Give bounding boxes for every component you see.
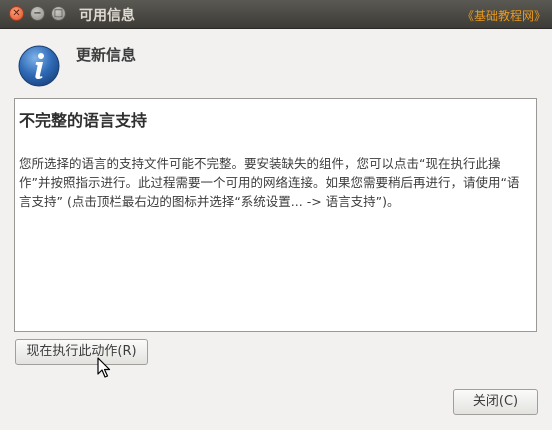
- title-bar: ✕ − □ 可用信息 《基础教程网》: [0, 0, 552, 29]
- watermark-text: 《基础教程网》: [461, 9, 546, 23]
- info-panel: 不完整的语言支持 您所选择的语言的支持文件可能不完整。要安装缺失的组件，您可以点…: [14, 98, 537, 332]
- close-button[interactable]: 关闭(C): [453, 389, 538, 415]
- window-title: 可用信息: [79, 8, 135, 24]
- panel-title: 不完整的语言支持: [19, 111, 148, 130]
- maximize-window-button[interactable]: □: [51, 6, 66, 21]
- page-title: 更新信息: [76, 46, 137, 64]
- panel-description: 您所选择的语言的支持文件可能不完整。要安装缺失的组件，您可以点击“现在执行此操作…: [19, 156, 520, 209]
- mouse-pointer-icon: [97, 357, 111, 378]
- minimize-window-button[interactable]: −: [30, 6, 45, 21]
- close-window-button[interactable]: ✕: [9, 6, 24, 21]
- run-now-button[interactable]: 现在执行此动作(R): [15, 339, 148, 365]
- info-icon: [18, 45, 60, 87]
